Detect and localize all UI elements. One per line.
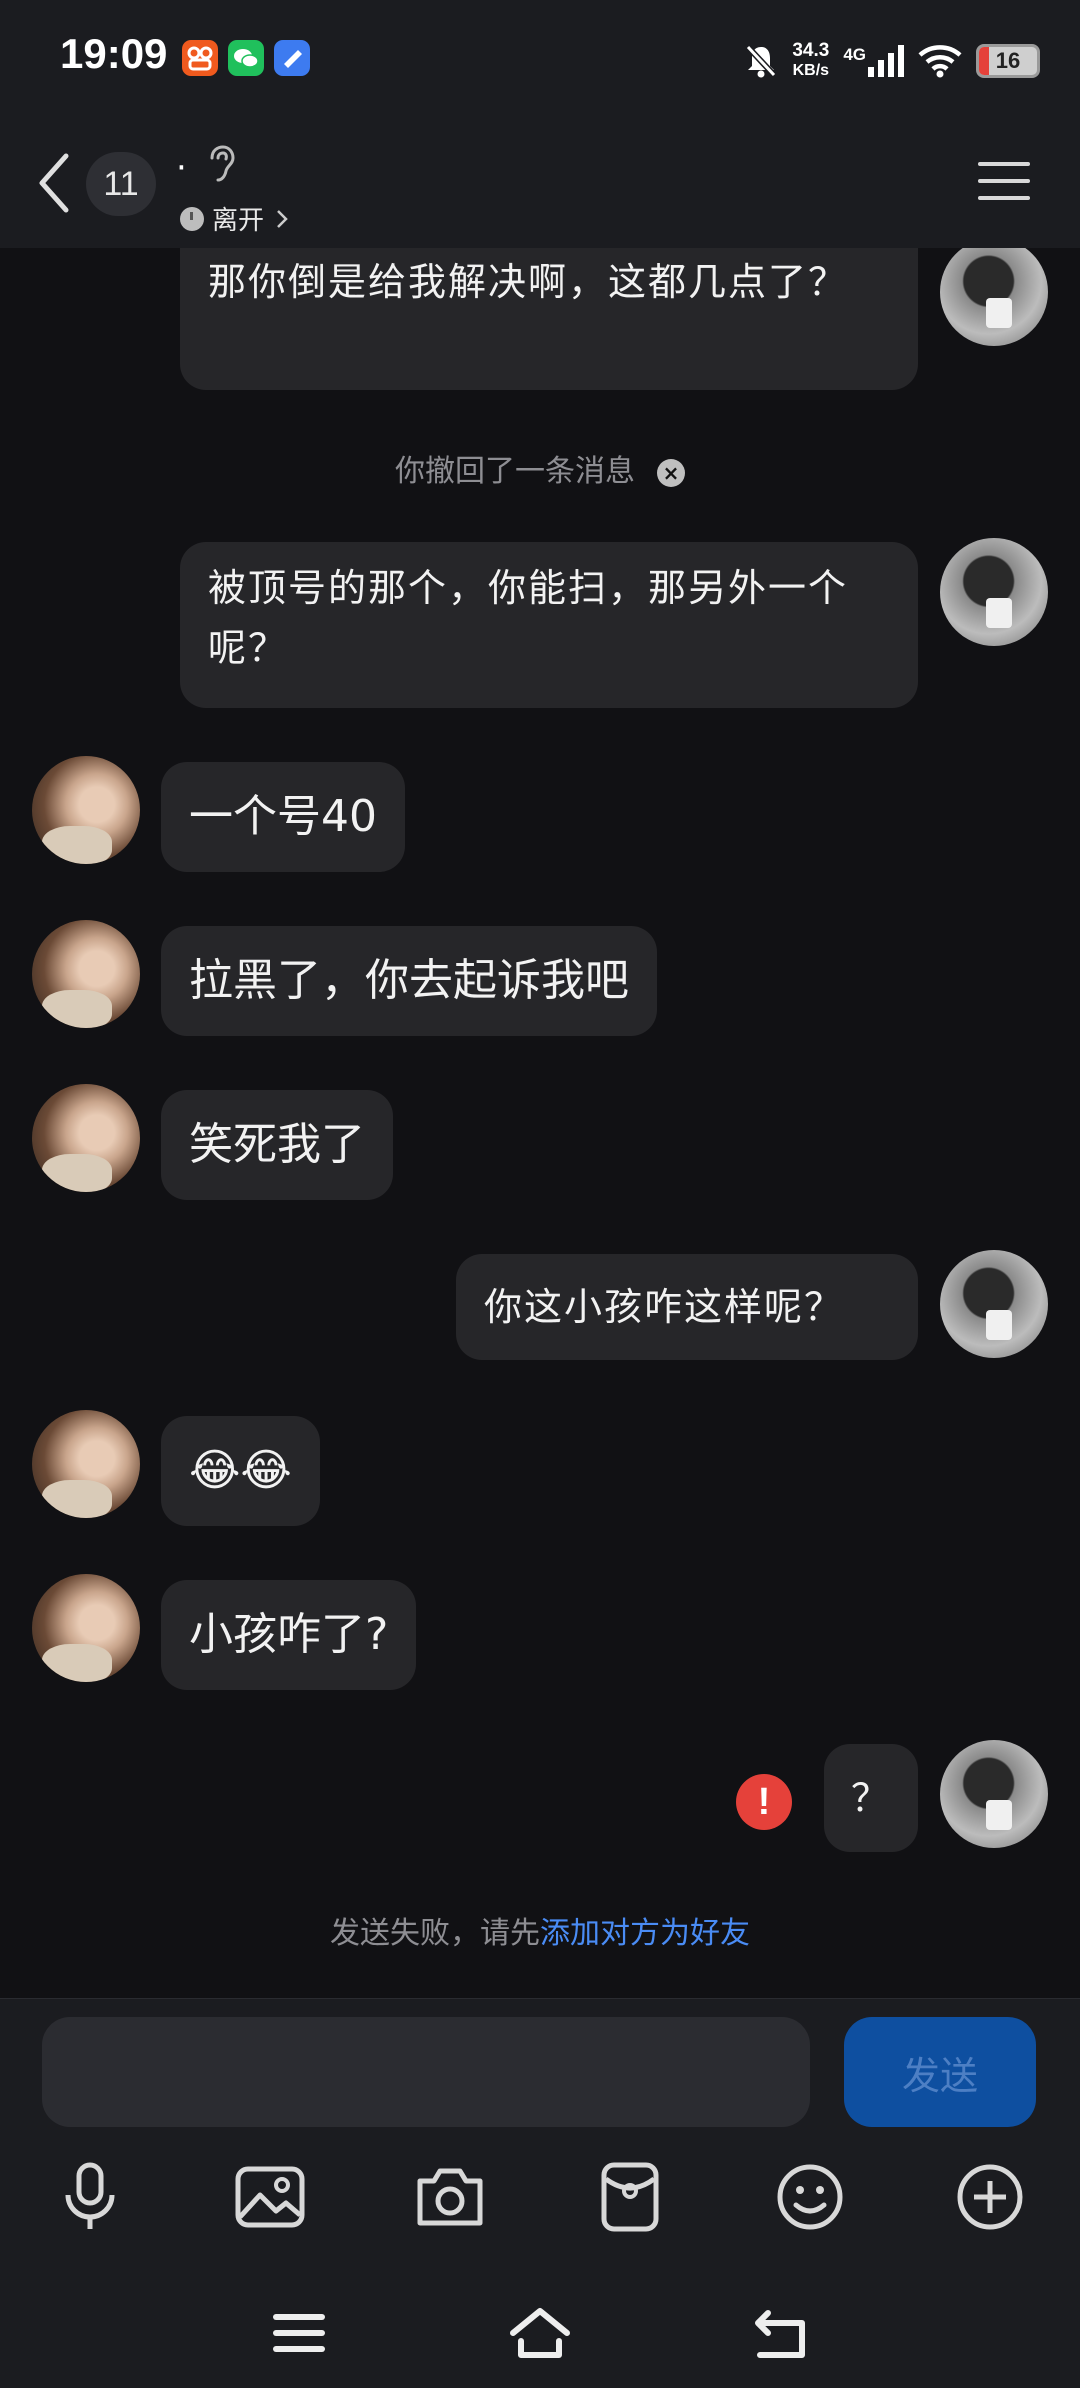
image-icon[interactable] <box>230 2157 310 2237</box>
mute-bell-icon <box>746 44 777 78</box>
message-bubble[interactable]: 一个号40 <box>161 762 405 872</box>
my-avatar[interactable] <box>940 538 1048 646</box>
chat-screen: 19:09 34.3 KB/s 4G 16 11 · 离开 那你倒是给我解决啊，… <box>0 0 1080 2388</box>
message-text: 小孩咋了? <box>189 1609 389 1660</box>
presence-status[interactable]: 离开 <box>180 200 292 237</box>
send-failed-notice: 发送失败，请先添加对方为好友 <box>0 1908 1080 1952</box>
input-bar: 发送 <box>0 1998 1080 2388</box>
message-text: 拉黑了，你去起诉我吧 <box>189 955 629 1006</box>
contact-name[interactable]: · <box>176 148 187 188</box>
network-speed: 34.3 KB/s <box>792 40 830 80</box>
microphone-icon[interactable] <box>50 2157 130 2237</box>
contact-avatar[interactable] <box>32 1574 140 1682</box>
battery-indicator: 16 <box>976 44 1040 78</box>
signal-indicator: 4G <box>843 45 904 77</box>
back-nav-icon[interactable] <box>746 2301 816 2365</box>
emoji-text: 😂😂 <box>189 1445 292 1496</box>
recall-text: 你撤回了一条消息 <box>395 454 635 489</box>
unread-count-badge[interactable]: 11 <box>86 152 156 216</box>
message-bubble[interactable]: 你这小孩咋这样呢？ <box>456 1254 918 1360</box>
message-input[interactable] <box>42 2017 810 2127</box>
my-avatar[interactable] <box>940 1250 1048 1358</box>
message-text: 那你倒是给我解决啊，这都几点了？ <box>208 260 849 304</box>
close-icon[interactable]: × <box>657 458 685 487</box>
send-failed-icon[interactable]: ! <box>736 1774 792 1830</box>
plus-icon[interactable] <box>950 2157 1030 2237</box>
message-bubble[interactable]: 拉黑了，你去起诉我吧 <box>161 926 657 1036</box>
red-packet-icon[interactable] <box>590 2157 670 2237</box>
recent-apps-icon[interactable] <box>264 2301 334 2365</box>
home-icon[interactable] <box>505 2301 575 2365</box>
system-nav-bar <box>0 2277 1080 2387</box>
my-avatar[interactable] <box>940 1740 1048 1848</box>
camera-icon[interactable] <box>410 2157 490 2237</box>
message-bubble[interactable]: 小孩咋了? <box>161 1580 417 1690</box>
back-arrow-icon[interactable] <box>30 148 80 218</box>
app-orange-icon <box>182 40 218 76</box>
message-text: 你这小孩咋这样呢？ <box>484 1285 845 1329</box>
contact-avatar[interactable] <box>32 756 140 864</box>
add-friend-link[interactable]: 添加对方为好友 <box>540 1916 750 1951</box>
chat-header: 11 · 离开 <box>0 120 1080 248</box>
emoji-icon[interactable] <box>770 2157 850 2237</box>
recall-notice: 你撤回了一条消息 × <box>0 446 1080 490</box>
chevron-right-icon <box>277 209 288 228</box>
message-list[interactable]: 那你倒是给我解决啊，这都几点了？ 你撤回了一条消息 × 被顶号的那个，你能扫，那另… <box>0 248 1080 1998</box>
message-bubble[interactable]: 被顶号的那个，你能扫，那另外一个呢？ <box>180 542 918 708</box>
message-text: 一个号40 <box>189 791 377 842</box>
clock-icon <box>180 206 204 231</box>
message-bubble[interactable]: ？ <box>824 1744 918 1852</box>
message-bubble[interactable]: 😂😂 <box>161 1416 320 1526</box>
app-blue-icon <box>274 40 310 76</box>
status-indicators: 34.3 KB/s 4G 16 <box>744 36 1040 86</box>
presence-label: 离开 <box>212 206 265 236</box>
status-bar: 19:09 34.3 KB/s 4G 16 <box>0 0 1080 120</box>
message-text: 被顶号的那个，你能扫，那另外一个呢？ <box>208 566 849 670</box>
status-time: 19:09 <box>60 30 168 77</box>
message-bubble[interactable]: 那你倒是给我解决啊，这都几点了？ <box>180 248 918 390</box>
menu-icon[interactable] <box>978 160 1030 202</box>
wechat-icon <box>228 40 264 76</box>
my-avatar[interactable] <box>940 248 1048 346</box>
contact-avatar[interactable] <box>32 920 140 1028</box>
contact-avatar[interactable] <box>32 1410 140 1518</box>
network-type: 4G <box>843 45 866 64</box>
ear-icon <box>210 145 235 182</box>
message-text: 笑死我了 <box>189 1119 365 1170</box>
fail-notice-text: 发送失败，请先 <box>330 1916 540 1951</box>
wifi-icon <box>918 45 962 78</box>
contact-avatar[interactable] <box>32 1084 140 1192</box>
message-bubble[interactable]: 笑死我了 <box>161 1090 393 1200</box>
cell-signal-icon <box>868 45 904 77</box>
message-text: ？ <box>850 1776 891 1820</box>
send-button[interactable]: 发送 <box>844 2017 1036 2127</box>
